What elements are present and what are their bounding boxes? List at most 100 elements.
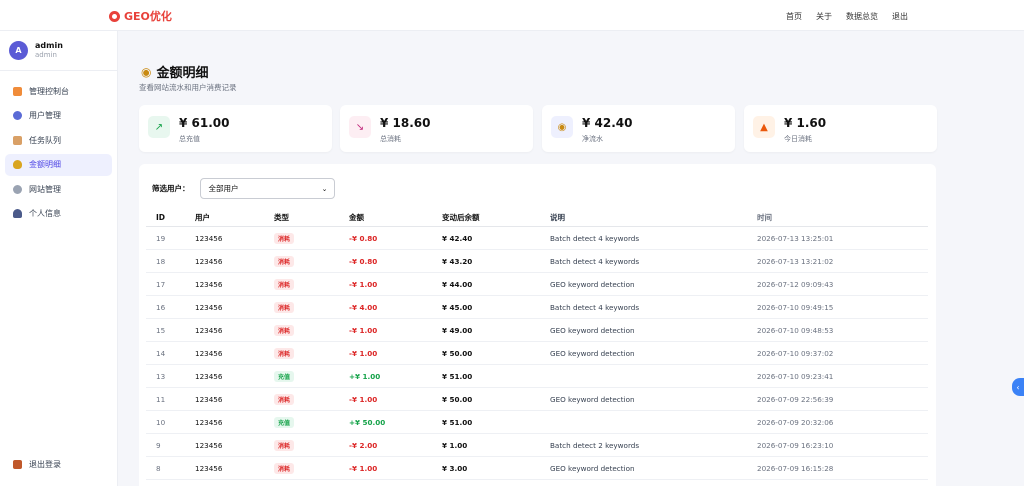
- user-filter-select[interactable]: 全部用户 ⌄: [199, 178, 335, 199]
- cell-amount: -¥ 0.80: [349, 233, 378, 243]
- cell-id: 10: [156, 417, 166, 427]
- cell-id: 18: [156, 256, 166, 266]
- cell-time: 2026-07-10 09:48:53: [757, 325, 834, 335]
- cell-user: 123456: [195, 440, 223, 450]
- cell-time: 2026-07-12 09:09:43: [757, 279, 834, 289]
- sidebar: A admin admin 管理控制台 用户管理 任务队列 金额明细 网站管理: [0, 31, 118, 486]
- type-badge: 消耗: [274, 278, 295, 290]
- main-content: ◉ 金额明细 查看网站流水和用户消费记录 ↗ ¥ 61.00 总充值 ↘ ¥ 1…: [118, 31, 1024, 486]
- nav-home-link[interactable]: 首页: [786, 11, 802, 22]
- type-badge: 消耗: [274, 347, 295, 359]
- chart-up-icon: ↗: [148, 116, 170, 138]
- cell-balance: ¥ 3.00: [442, 463, 468, 473]
- cell-id: 14: [156, 348, 166, 358]
- cell-balance: ¥ 50.00: [442, 348, 473, 358]
- col-header-balance: 变动后余额: [442, 212, 480, 222]
- cell-description: GEO keyword detection: [550, 394, 635, 404]
- logo[interactable]: GEO优化: [109, 8, 172, 24]
- person-icon: [13, 209, 22, 218]
- cell-balance: ¥ 1.00: [442, 440, 468, 450]
- sidebar-item-label: 金额明细: [29, 160, 61, 169]
- stat-card-today-spend: ▲ ¥ 1.60 今日消耗: [744, 105, 937, 152]
- users-icon: [13, 111, 22, 120]
- sidebar-item-users[interactable]: 用户管理: [5, 105, 112, 127]
- door-icon: [13, 459, 22, 469]
- sidebar-item-label: 用户管理: [29, 111, 61, 120]
- cell-amount: +¥ 50.00: [349, 417, 386, 427]
- cell-balance: ¥ 45.00: [442, 302, 473, 312]
- cell-amount: -¥ 2.00: [349, 440, 378, 450]
- table-row: 9 123456 消耗 -¥ 2.00 ¥ 1.00 Batch detect 2 key…: [146, 434, 928, 457]
- user-filter: 筛选用户： 全部用户 ⌄: [152, 178, 335, 199]
- sidebar-item-money[interactable]: 金额明细: [5, 153, 112, 176]
- user-name: admin: [35, 41, 63, 50]
- cell-type: 消耗: [274, 434, 295, 456]
- sidebar-item-sites[interactable]: 网站管理: [5, 178, 112, 200]
- table-row: 13 123456 充值 +¥ 1.00 ¥ 51.00 2026-07-10 09:23…: [146, 365, 928, 388]
- cell-balance: ¥ 44.00: [442, 279, 473, 289]
- page-title: ◉ 金额明细: [141, 62, 209, 82]
- dashboard-icon: [13, 86, 22, 96]
- cell-user: 123456: [195, 394, 223, 404]
- top-bar: GEO优化 首页 关于 数据总览 退出: [0, 0, 1024, 31]
- user-role: admin: [35, 51, 57, 59]
- stat-card-total-recharge: ↗ ¥ 61.00 总充值: [139, 105, 332, 152]
- cell-amount: -¥ 1.00: [349, 394, 378, 404]
- cell-description: Batch detect 4 keywords: [550, 302, 640, 312]
- logout-button[interactable]: 退出登录: [5, 453, 113, 475]
- nav-overview-link[interactable]: 数据总览: [846, 11, 878, 22]
- stat-value: ¥ 18.60: [380, 116, 431, 130]
- col-header-amount: 金额: [349, 212, 364, 222]
- table-row: 10 123456 充值 +¥ 50.00 ¥ 51.00 2026-07-09 20:3…: [146, 411, 928, 434]
- cell-balance: ¥ 42.40: [442, 233, 473, 243]
- cell-amount: -¥ 0.80: [349, 256, 378, 266]
- stat-value: ¥ 61.00: [179, 116, 230, 130]
- globe-logo-icon: [109, 10, 120, 22]
- filter-selected-value: 全部用户: [208, 184, 239, 193]
- stat-value: ¥ 42.40: [582, 116, 633, 130]
- top-nav: 首页 关于 数据总览 退出: [772, 11, 908, 22]
- table-row: 11 123456 消耗 -¥ 1.00 ¥ 50.00 GEO keyword dete…: [146, 388, 928, 411]
- cell-time: 2026-07-13 13:25:01: [757, 233, 834, 243]
- table-header-row: ID 用户 类型 金额 变动后余额 说明 时间: [146, 208, 928, 227]
- cell-type: 消耗: [274, 319, 295, 341]
- cell-amount: -¥ 4.00: [349, 302, 378, 312]
- table-row: 15 123456 消耗 -¥ 1.00 ¥ 49.00 GEO keyword dete…: [146, 319, 928, 342]
- col-header-time: 时间: [757, 212, 772, 222]
- cell-description: Batch detect 4 keywords: [550, 233, 640, 243]
- cell-time: 2026-07-13 13:21:02: [757, 256, 834, 266]
- col-header-description: 说明: [550, 212, 565, 222]
- transactions-panel: 筛选用户： 全部用户 ⌄ ID 用户 类型 金额 变动后余额 说明 时间 19 1…: [139, 164, 936, 486]
- cell-time: 2026-07-09 16:23:10: [757, 440, 834, 450]
- cell-description: Batch detect 2 keywords: [550, 440, 640, 450]
- nav-about-link[interactable]: 关于: [816, 11, 832, 22]
- nav-logout-link[interactable]: 退出: [892, 11, 908, 22]
- sidebar-item-profile[interactable]: 个人信息: [5, 203, 112, 225]
- sidebar-item-tasks[interactable]: 任务队列: [5, 129, 112, 151]
- chart-down-icon: ↘: [349, 116, 371, 138]
- cell-description: GEO keyword detection: [550, 463, 635, 473]
- stat-label: 今日消耗: [784, 135, 812, 143]
- page-title-text: 金额明细: [156, 66, 209, 81]
- cell-id: 8: [156, 463, 161, 473]
- stat-value: ¥ 1.60: [784, 116, 827, 130]
- logout-label: 退出登录: [29, 459, 61, 469]
- sidebar-item-dashboard[interactable]: 管理控制台: [5, 80, 112, 102]
- transactions-table: ID 用户 类型 金额 变动后余额 说明 时间 19 123456 消耗 -¥ 0.8…: [146, 208, 928, 480]
- sidebar-item-label: 管理控制台: [29, 86, 69, 96]
- cell-balance: ¥ 50.00: [442, 394, 473, 404]
- type-badge: 消耗: [274, 462, 295, 474]
- cell-type: 消耗: [274, 273, 295, 295]
- table-row: 14 123456 消耗 -¥ 1.00 ¥ 50.00 GEO keyword dete…: [146, 342, 928, 365]
- cell-id: 11: [156, 394, 166, 404]
- stat-label: 净流水: [582, 135, 603, 143]
- cell-description: GEO keyword detection: [550, 279, 635, 289]
- user-profile: A admin admin: [0, 31, 117, 71]
- cell-id: 15: [156, 325, 166, 335]
- cell-user: 123456: [195, 325, 223, 335]
- collapse-panel-button[interactable]: ‹: [1012, 378, 1024, 396]
- cell-time: 2026-07-09 22:56:39: [757, 394, 834, 404]
- money-bag-icon: ◉: [551, 116, 573, 138]
- cell-user: 123456: [195, 348, 223, 358]
- sidebar-item-label: 网站管理: [29, 184, 61, 194]
